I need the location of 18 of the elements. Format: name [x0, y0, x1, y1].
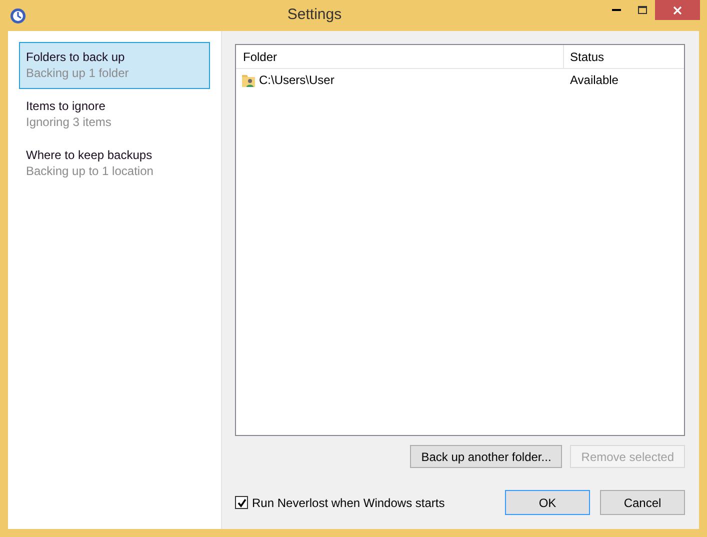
- window-title: Settings: [287, 6, 342, 24]
- sidebar-item[interactable]: Items to ignore Ignoring 3 items: [19, 91, 210, 138]
- close-button[interactable]: [655, 0, 700, 20]
- column-header[interactable]: Folder: [236, 45, 564, 68]
- dialog-button[interactable]: OK: [505, 490, 590, 515]
- close-icon: [673, 6, 682, 14]
- checkbox-label: Run Neverlost when Windows starts: [252, 494, 445, 512]
- sidebar-item[interactable]: Where to keep backups Backing up to 1 location: [19, 140, 210, 187]
- checkbox[interactable]: [235, 496, 248, 509]
- table-row[interactable]: C:\Users\User Available: [236, 69, 684, 91]
- action-button[interactable]: Back up another folder...: [410, 445, 562, 468]
- app-logo-icon: [10, 8, 26, 24]
- table-cell-text: C:\Users\User: [259, 72, 334, 89]
- column-header[interactable]: Status: [564, 45, 684, 68]
- table-cell-text: Available: [569, 72, 618, 89]
- sidebar-item[interactable]: Folders to back up Backing up 1 folder: [19, 42, 210, 89]
- dialog-button[interactable]: Cancel: [600, 490, 685, 515]
- user-folder-icon: [241, 72, 257, 88]
